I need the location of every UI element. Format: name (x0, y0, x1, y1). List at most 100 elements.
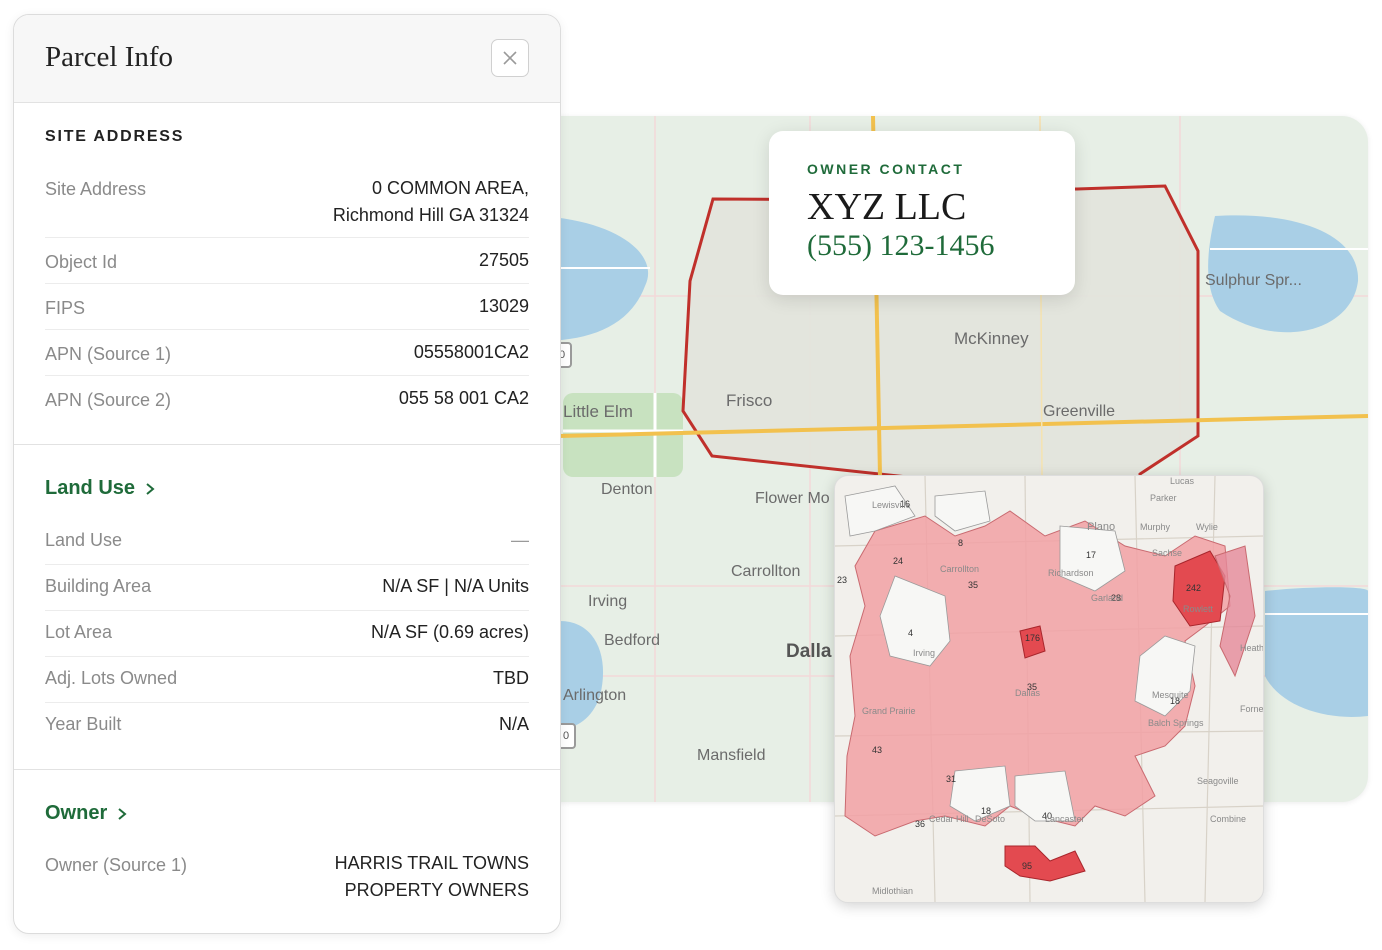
district-label: 242 (1186, 583, 1202, 593)
panel-title: Parcel Info (45, 41, 174, 73)
district-label: 24 (893, 556, 904, 566)
site-address-line1: 0 COMMON AREA, (371, 178, 529, 198)
map-city-label: Flower Mo (755, 490, 830, 507)
place-label: Plano (1087, 521, 1116, 533)
district-label: 36 (915, 819, 926, 829)
row-value: 27505 (478, 250, 529, 270)
site-address-line2: Richmond Hill GA 31324 (332, 205, 529, 225)
place-label: Lucas (1170, 476, 1195, 486)
district-label: 23 (837, 575, 848, 585)
district-label: 43 (872, 745, 883, 755)
row-value: N/A (498, 714, 529, 734)
row-value: 055 58 001 CA2 (398, 388, 529, 408)
row-value: 0 COMMON AREA, Richmond Hill GA 31324 (333, 175, 529, 229)
lake-shape (1265, 587, 1368, 717)
district-label: 176 (1025, 633, 1041, 643)
land-use-row: Land Use — (45, 518, 529, 565)
district-inset-map[interactable]: 16 24 8 35 17 28 242 23 4 176 35 18 43 3… (834, 475, 1264, 903)
map-city-label: Dalla (786, 641, 832, 662)
owner-contact-card: OWNER CONTACT XYZ LLC (555) 123-1456 (769, 131, 1075, 295)
fips-row: FIPS 13029 (45, 283, 529, 330)
row-label: APN (Source 2) (45, 390, 172, 410)
parcel-info-panel: Parcel Info SITE ADDRESS Site Address 0 … (13, 14, 561, 934)
place-label: Parker (1150, 493, 1177, 503)
apn-source2-row: APN (Source 2) 055 58 001 CA2 (45, 375, 529, 421)
district-label: 35 (968, 580, 979, 590)
apn-source1-row: APN (Source 1) 05558001CA2 (45, 329, 529, 376)
map-city-label: Mansfield (697, 747, 766, 764)
map-city-label: Frisco (726, 391, 773, 410)
row-value: — (511, 530, 529, 550)
row-label: Building Area (45, 576, 152, 596)
owner-contact-label: OWNER CONTACT (807, 161, 965, 177)
place-label: Forney (1240, 704, 1264, 714)
inset-map-canvas (835, 476, 1263, 902)
place-label: Carrollton (940, 564, 980, 574)
district-label: 8 (958, 538, 964, 548)
chevron-right-icon (146, 482, 155, 495)
place-label: Lancaster (1045, 814, 1085, 824)
row-value: N/A SF (0.69 acres) (370, 622, 529, 642)
row-label: Land Use (45, 530, 123, 550)
owner-line2: PROPERTY OWNERS (344, 880, 529, 900)
chevron-right-icon (118, 807, 127, 820)
place-label: Seagoville (1197, 776, 1239, 786)
place-label: Heath (1240, 643, 1264, 653)
place-label: Irving (913, 648, 936, 658)
map-city-label: Carrollton (731, 563, 801, 580)
object-id-row: Object Id 27505 (45, 237, 529, 284)
adj-lots-row: Adj. Lots Owned TBD (45, 656, 529, 703)
land-use-link-label: Land Use (45, 477, 136, 499)
place-label: DeSoto (975, 814, 1006, 824)
place-label: Lewisville (872, 500, 911, 510)
row-label: Site Address (45, 179, 147, 199)
district-label: 17 (1086, 550, 1097, 560)
site-address-row: Site Address 0 COMMON AREA, Richmond Hil… (45, 175, 529, 238)
row-label: Adj. Lots Owned (45, 668, 178, 688)
map-city-label: Little Elm (563, 402, 633, 421)
place-label: Balch Springs (1148, 718, 1204, 728)
place-label: Grand Prairie (862, 706, 916, 716)
year-built-row: Year Built N/A (45, 702, 529, 748)
row-label: FIPS (45, 298, 86, 318)
place-label: Richardson (1048, 568, 1094, 578)
map-city-label: Sulphur Spr... (1205, 272, 1302, 289)
row-value: TBD (493, 668, 529, 688)
place-label: Dallas (1015, 688, 1041, 698)
place-label: Mesquite (1152, 690, 1189, 700)
section-divider (14, 769, 560, 770)
row-label: Object Id (45, 252, 118, 272)
lot-area-row: Lot Area N/A SF (0.69 acres) (45, 610, 529, 657)
map-city-label: Denton (601, 481, 653, 498)
place-label: Cedar Hill (929, 814, 969, 824)
close-icon (503, 51, 517, 65)
building-area-row: Building Area N/A SF | N/A Units (45, 564, 529, 611)
place-label: Combine (1210, 814, 1247, 824)
map-city-label: Bedford (604, 632, 661, 649)
row-value: 05558001CA2 (413, 342, 529, 362)
district-label: 31 (946, 774, 957, 784)
panel-header: Parcel Info (14, 15, 560, 103)
place-label: Rowlett (1183, 604, 1214, 614)
district-label: 95 (1022, 861, 1033, 871)
row-value: N/A SF | N/A Units (382, 576, 529, 596)
land-use-link[interactable]: Land Use (45, 477, 155, 500)
close-button[interactable] (491, 39, 529, 77)
owner-source1-row: Owner (Source 1) HARRIS TRAIL TOWNS PROP… (45, 850, 529, 910)
owner-line1: HARRIS TRAIL TOWNS (334, 853, 529, 873)
district-label: 4 (908, 628, 914, 638)
row-label: APN (Source 1) (45, 344, 172, 364)
owner-link-label: Owner (45, 802, 108, 824)
lake-shape (560, 621, 604, 728)
map-city-label: Arlington (563, 687, 627, 704)
place-label: Sachse (1152, 548, 1183, 558)
row-value: HARRIS TRAIL TOWNS PROPERTY OWNERS (335, 850, 529, 904)
owner-link[interactable]: Owner (45, 802, 127, 825)
owner-phone[interactable]: (555) 123-1456 (807, 229, 994, 263)
place-label: Midlothian (872, 886, 914, 896)
row-label: Lot Area (45, 622, 113, 642)
place-label: Murphy (1140, 522, 1171, 532)
map-city-label: Irving (588, 593, 628, 610)
section-divider (14, 444, 560, 445)
map-city-label: McKinney (954, 329, 1029, 348)
